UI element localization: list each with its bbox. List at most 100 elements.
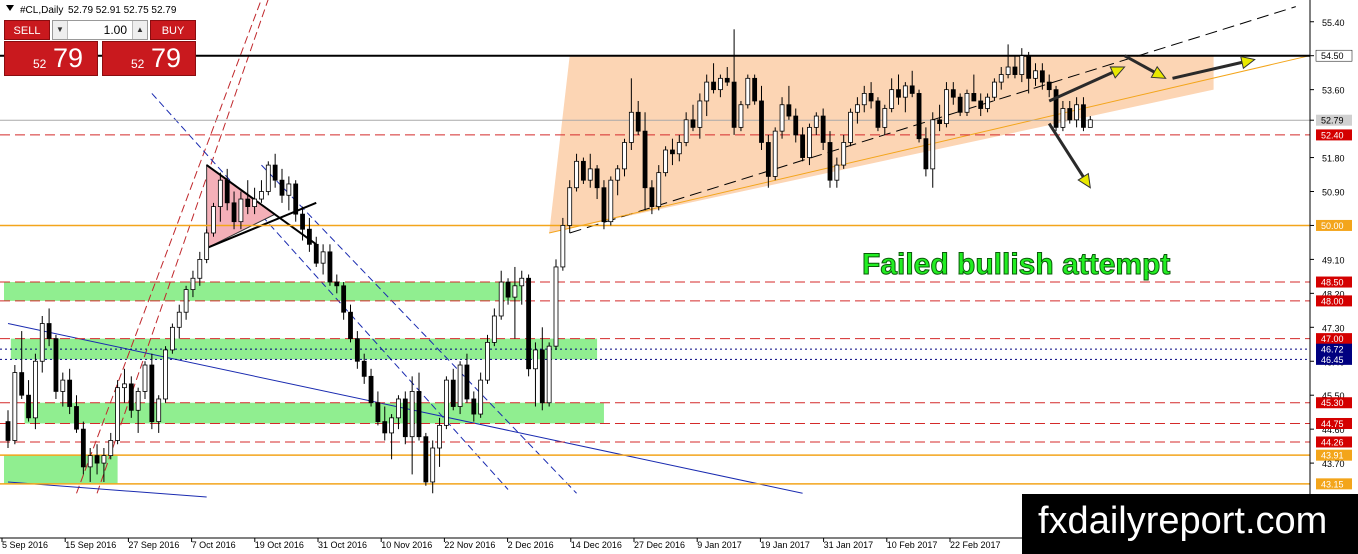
candle-body: [1019, 55, 1025, 75]
level-label-text: 50.00: [1321, 221, 1344, 231]
quantity-up-icon[interactable]: ▲: [132, 21, 147, 39]
candle-body: [491, 315, 497, 343]
y-tick-label: 49.10: [1322, 255, 1345, 265]
level-label-text: 46.45: [1321, 355, 1344, 365]
candle-body: [1012, 66, 1018, 75]
candle-body: [944, 89, 949, 125]
candle-12: [80, 421, 86, 475]
x-tick-label: 27 Dec 2016: [634, 540, 685, 550]
level-label-43.15: 43.15: [1316, 478, 1352, 490]
candle-body: [1026, 55, 1032, 79]
support-zone-1: [4, 282, 522, 301]
candle-body: [485, 341, 490, 381]
candle-body: [224, 179, 230, 204]
candle-body: [985, 96, 990, 109]
buy-price-button[interactable]: 52 79: [102, 41, 196, 76]
candle-body: [197, 258, 203, 279]
candle-body: [519, 277, 525, 287]
candle-body: [231, 202, 237, 223]
level-label-52.40: 52.40: [1316, 129, 1352, 141]
candle-body: [252, 198, 258, 207]
candle-body: [26, 394, 31, 419]
candle-body: [238, 198, 244, 223]
candle-body: [94, 455, 100, 464]
sell-button[interactable]: SELL: [4, 20, 50, 40]
candle-body: [450, 379, 456, 407]
candle-body: [334, 281, 340, 287]
candle-body: [149, 364, 155, 423]
x-tick-label: 14 Dec 2016: [571, 540, 622, 550]
candle-2: [12, 365, 18, 445]
candle-body: [1053, 89, 1059, 128]
candle-body: [752, 77, 758, 102]
candle-body: [67, 379, 73, 407]
candle-body: [875, 100, 881, 128]
candle-body: [74, 406, 79, 430]
candle-body: [320, 251, 326, 264]
candle-body: [33, 360, 38, 419]
candle-body: [190, 277, 196, 290]
y-tick-label: 53.60: [1322, 86, 1345, 96]
level-label-48.00: 48.00: [1316, 295, 1352, 307]
candle-17: [115, 380, 120, 445]
candle-body: [615, 168, 621, 181]
candle-5: [33, 353, 38, 430]
candle-body: [916, 93, 922, 140]
candle-body: [416, 391, 422, 438]
sell-price-pips: 79: [53, 43, 84, 73]
x-tick-label: 22 Feb 2017: [950, 540, 1001, 550]
candle-body: [539, 349, 545, 404]
sell-price-button[interactable]: 52 79: [4, 41, 98, 76]
level-label-text: 45.30: [1321, 398, 1344, 408]
candle-body: [1087, 119, 1093, 128]
level-label-text: 48.50: [1321, 278, 1344, 288]
candle-25: [169, 323, 175, 354]
candle-body: [978, 100, 984, 109]
level-label-text: 43.15: [1321, 479, 1344, 489]
candle-body: [211, 206, 216, 234]
candle-body: [1033, 70, 1038, 79]
candle-body: [827, 142, 833, 181]
quantity-stepper[interactable]: ▼ 1.00 ▲: [52, 20, 148, 40]
candle-body: [245, 198, 251, 207]
price-chart: 55.40 54.50 53.60 52.79 51.80 50.90 50.00 49.10…: [0, 0, 1358, 554]
candle-body: [724, 77, 730, 83]
level-label-43.91: 43.91: [1316, 449, 1352, 461]
candle-body: [793, 115, 799, 136]
candle-body: [813, 115, 819, 128]
quantity-down-icon[interactable]: ▼: [53, 21, 68, 39]
candle-body: [759, 100, 764, 143]
candle-body: [649, 187, 655, 207]
candle-body: [909, 85, 915, 94]
candle-97: [663, 146, 668, 177]
candle-body: [101, 455, 107, 464]
quantity-value[interactable]: 1.00: [69, 21, 131, 39]
candle-body: [430, 447, 436, 483]
level-label-text: 52.40: [1321, 130, 1344, 140]
candle-body: [46, 323, 52, 340]
candle-body: [313, 243, 319, 264]
level-label-45.30: 45.30: [1316, 397, 1352, 409]
x-tick-label: 7 Oct 2016: [192, 540, 236, 550]
candle-body: [1060, 108, 1066, 128]
support-zone-4: [4, 455, 118, 484]
x-tick-label: 19 Jan 2017: [760, 540, 810, 550]
x-tick-label: 2 Dec 2016: [508, 540, 554, 550]
candle-body: [5, 421, 11, 441]
candle-body: [464, 364, 470, 400]
candle-body: [841, 142, 847, 166]
candle-67: [457, 361, 463, 415]
candle-body: [992, 81, 997, 98]
candle-body: [498, 281, 504, 317]
buy-button[interactable]: BUY: [150, 20, 196, 40]
y-tick-label: 50.90: [1322, 188, 1345, 198]
level-label-text: 44.26: [1321, 437, 1344, 447]
candle-body: [718, 77, 723, 91]
candle-body: [834, 164, 840, 181]
x-tick-label: 10 Feb 2017: [887, 540, 938, 550]
candle-body: [950, 89, 956, 98]
candle-88: [601, 180, 607, 230]
candle-65: [443, 376, 449, 430]
level-label-46.45: 46.45: [1316, 353, 1352, 365]
candle-body: [217, 179, 223, 207]
